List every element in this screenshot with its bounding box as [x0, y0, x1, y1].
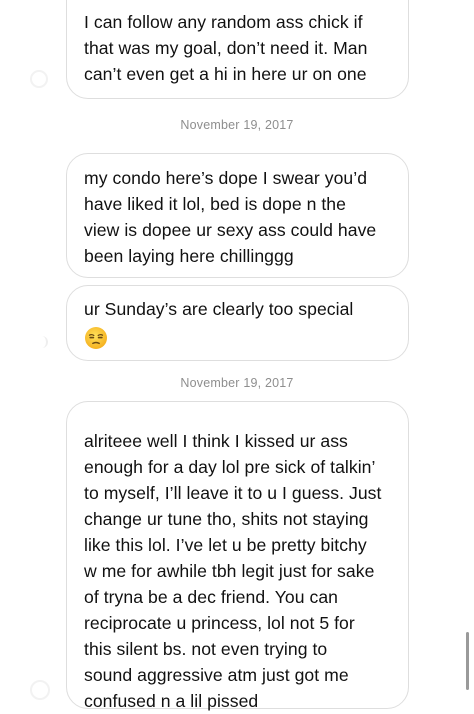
reaction-icon: [40, 336, 48, 348]
scrollbar[interactable]: [466, 632, 469, 690]
message-text-line: that was my goal, don’t need it. Man: [84, 38, 368, 58]
message-text-line: like this lol. I’ve let u be pretty bitc…: [84, 535, 367, 555]
message-text-line: my condo here’s dope I swear you’d: [84, 168, 368, 188]
reaction-icon: [30, 70, 48, 88]
date-divider: November 19, 2017: [180, 376, 294, 390]
message-text-line: confused n a lil pissed: [84, 691, 259, 711]
message-text-line: this silent bs. not even trying to: [84, 639, 328, 659]
date-divider: November 19, 2017: [180, 118, 294, 132]
message-text-line: enough for a day lol pre sick of talkin’: [84, 457, 376, 477]
message-text-line: of tryna be a dec friend. You can: [84, 587, 339, 607]
message-bubble[interactable]: alriteee well I think I kissed ur ass en…: [66, 401, 409, 711]
message-bubble[interactable]: my condo here’s dope I swear you’d have …: [66, 153, 409, 278]
message-text-line: ur Sunday’s are clearly too special: [84, 299, 354, 319]
message-text-line: can’t even get a hi in here ur on one: [84, 64, 367, 84]
message-bubble[interactable]: ur Sunday’s are clearly too special: [66, 285, 409, 361]
message-text-line: view is dopee ur sexy ass could have: [84, 220, 377, 240]
message-thread[interactable]: I can follow any random ass chick if tha…: [0, 0, 474, 713]
message-text-line: change ur tune tho, shits not staying: [84, 509, 369, 529]
message-text-line: sound aggressive atm just got me: [84, 665, 349, 685]
message-text-line: reciprocate u princess, lol not 5 for: [84, 613, 355, 633]
message-text-line: w me for awhile tbh legit just for sake: [84, 561, 375, 581]
message-text-line: alriteee well I think I kissed ur ass: [84, 431, 348, 451]
reaction-icon: [30, 680, 50, 700]
message-bubble[interactable]: I can follow any random ass chick if tha…: [66, 0, 409, 99]
unamused-face-emoji-icon: [85, 327, 107, 349]
message-text-line: to myself, I’ll leave it to u I guess. J…: [84, 483, 382, 503]
message-text-line: have liked it lol, bed is dope n the: [84, 194, 346, 214]
message-text-line: been laying here chillinggg: [84, 246, 294, 266]
message-text-line: I can follow any random ass chick if: [84, 12, 363, 32]
